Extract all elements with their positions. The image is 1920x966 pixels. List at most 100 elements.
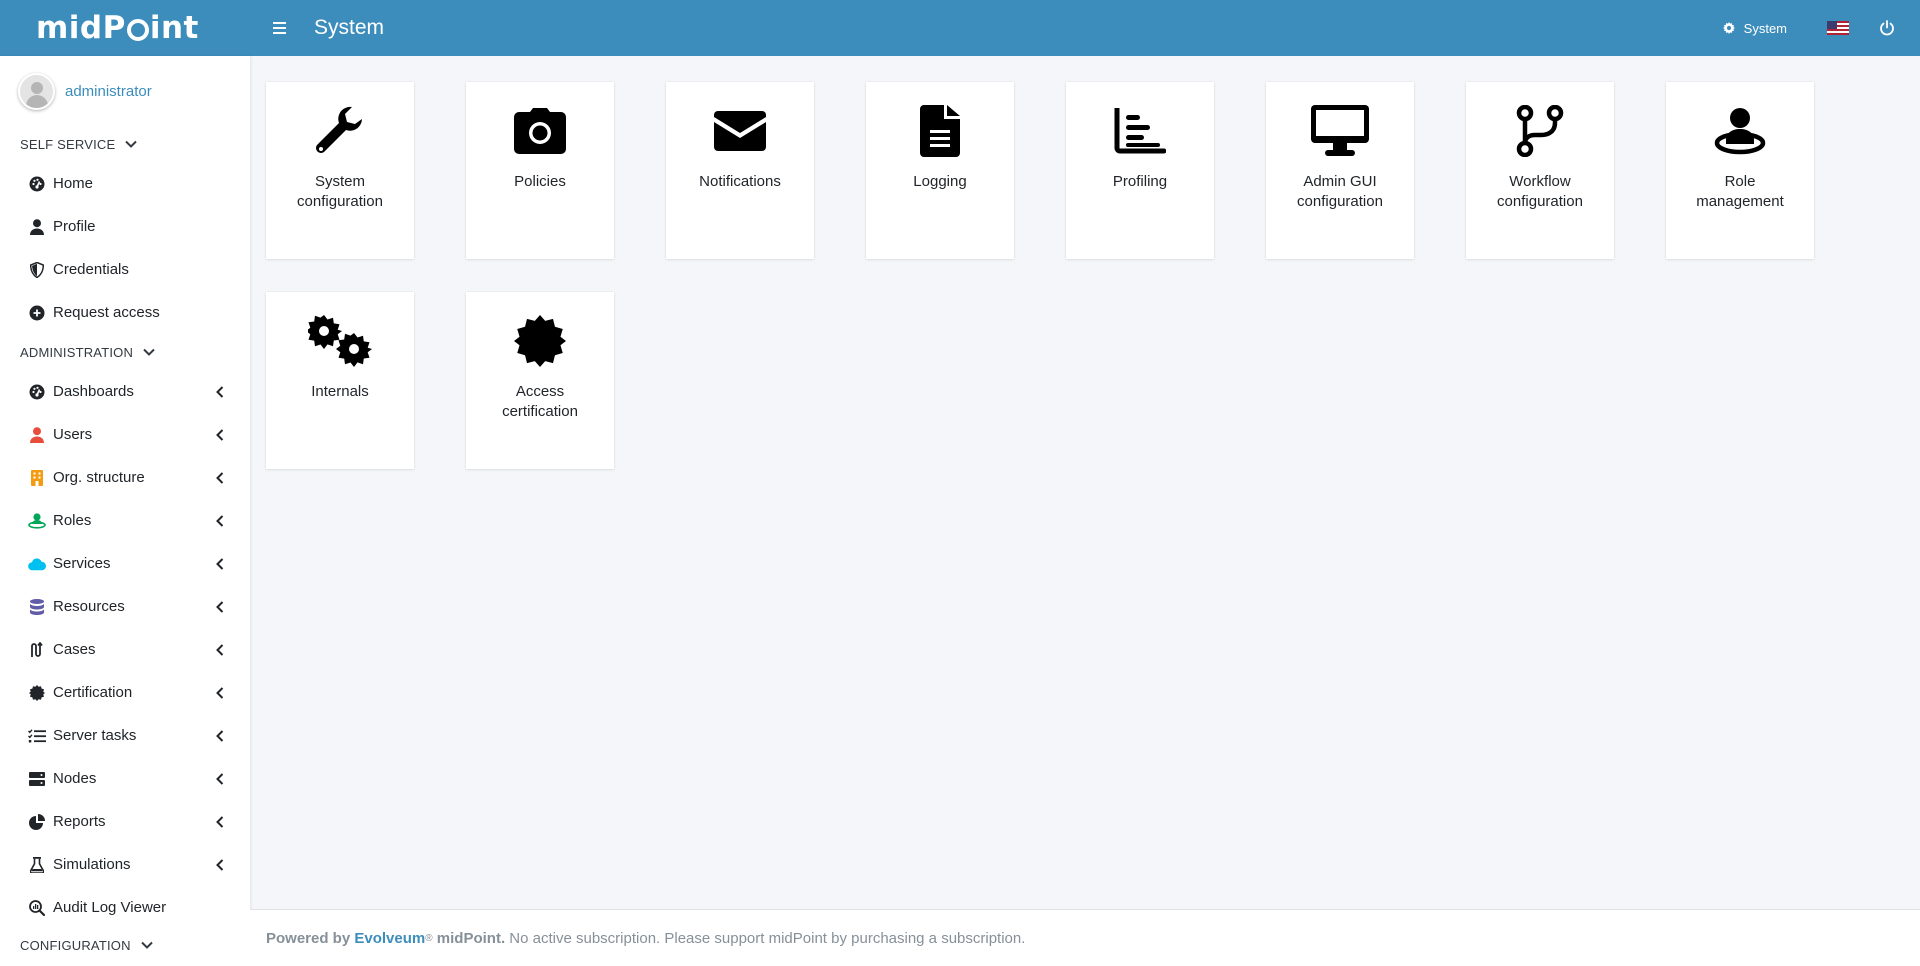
- chevron-down-icon: [140, 941, 153, 949]
- wrench-icon: [314, 100, 366, 162]
- sidebar-item-profile[interactable]: Profile: [0, 205, 250, 248]
- user-panel: administrator: [0, 56, 250, 126]
- sidebar-item-nodes[interactable]: Nodes: [0, 757, 250, 800]
- footer-subscription-message: No active subscription. Please support m…: [509, 929, 1026, 947]
- sidebar-item-org-structure[interactable]: Org. structure: [0, 456, 250, 499]
- sidebar-item-label: Nodes: [53, 770, 97, 787]
- section-configuration[interactable]: CONFIGURATION: [0, 929, 250, 961]
- evolveum-link[interactable]: Evolveum: [354, 930, 425, 947]
- chevron-left-icon: [216, 557, 224, 570]
- sidebar-item-label: Services: [53, 555, 111, 572]
- server-icon: [28, 770, 46, 788]
- avatar[interactable]: [18, 72, 55, 110]
- certificate-icon: [514, 310, 566, 372]
- sidebar-item-label: Simulations: [53, 856, 131, 873]
- sidebar-item-services[interactable]: Services: [0, 542, 250, 585]
- user-name-link[interactable]: administrator: [65, 83, 152, 100]
- section-title: CONFIGURATION: [20, 937, 131, 953]
- sidebar-item-reports[interactable]: Reports: [0, 800, 250, 843]
- chevron-left-icon: [216, 600, 224, 613]
- sidebar-item-resources[interactable]: Resources: [0, 585, 250, 628]
- tile-profiling[interactable]: Profiling: [1066, 82, 1214, 259]
- tile-logging[interactable]: Logging: [866, 82, 1014, 259]
- tile-system-configuration[interactable]: System configuration: [266, 82, 414, 259]
- sidebar-item-dashboards[interactable]: Dashboards: [0, 370, 250, 413]
- shield-icon: [28, 261, 46, 279]
- sidebar-item-label: Roles: [53, 512, 92, 529]
- tile-workflow-configuration[interactable]: Workflow configuration: [1466, 82, 1614, 259]
- tile-label: Workflow configuration: [1497, 173, 1583, 210]
- sidebar-item-cases[interactable]: Cases: [0, 628, 250, 671]
- gear-logo-icon: [126, 19, 149, 41]
- sidebar: administrator SELF SERVICE Home Profile …: [0, 56, 250, 966]
- sidebar-item-roles[interactable]: Roles: [0, 499, 250, 542]
- user-icon: [28, 426, 46, 444]
- sidebar-item-certification[interactable]: Certification: [0, 671, 250, 714]
- user-icon: [28, 218, 46, 236]
- dashboard-icon: [28, 175, 46, 193]
- camera-icon: [514, 100, 566, 162]
- menu-toggle-icon[interactable]: [266, 14, 294, 42]
- cloud-icon: [28, 555, 46, 573]
- envelope-icon: [714, 100, 766, 162]
- tile-role-management[interactable]: Role management: [1666, 82, 1814, 259]
- registered-mark: ®: [425, 932, 433, 944]
- tile-notifications[interactable]: Notifications: [666, 82, 814, 259]
- sidebar-item-label: Cases: [53, 641, 96, 658]
- chevron-left-icon: [216, 643, 224, 656]
- sidebar-item-label: Users: [53, 426, 93, 443]
- sidebar-item-label: Org. structure: [53, 469, 145, 486]
- role-icon: [28, 512, 46, 530]
- tile-label: Admin GUI configuration: [1297, 173, 1383, 210]
- section-title: SELF SERVICE: [20, 136, 116, 152]
- chevron-left-icon: [216, 428, 224, 441]
- tile-admin-gui-configuration[interactable]: Admin GUI configuration: [1266, 82, 1414, 259]
- sidebar-item-simulations[interactable]: Simulations: [0, 843, 250, 886]
- sidebar-item-home[interactable]: Home: [0, 162, 250, 205]
- system-label: System: [1743, 20, 1787, 36]
- chevron-left-icon: [216, 729, 224, 742]
- building-icon: [28, 469, 46, 487]
- chevron-left-icon: [216, 471, 224, 484]
- tile-access-certification[interactable]: Access certification: [466, 292, 614, 469]
- sidebar-item-request-access[interactable]: Request access: [0, 291, 250, 334]
- cogs-icon: [308, 310, 372, 372]
- sidebar-item-label: Resources: [53, 598, 125, 615]
- section-administration[interactable]: ADMINISTRATION: [0, 334, 250, 370]
- sidebar-item-label: Reports: [53, 813, 106, 830]
- tile-label: Profiling: [1112, 173, 1168, 190]
- tile-label: Notifications: [699, 173, 781, 190]
- footer-powered-by: Powered by: [266, 929, 351, 947]
- tile-internals[interactable]: Internals: [266, 292, 414, 469]
- certificate-icon: [28, 684, 46, 702]
- file-text-icon: [920, 100, 960, 162]
- top-navbar: mid Pint System System: [0, 0, 1920, 56]
- brand-logo[interactable]: mid Pint: [0, 0, 250, 56]
- chevron-left-icon: [216, 858, 224, 871]
- tile-label: System configuration: [297, 173, 383, 210]
- tile-policies[interactable]: Policies: [466, 82, 614, 259]
- sidebar-item-users[interactable]: Users: [0, 413, 250, 456]
- chevron-left-icon: [216, 385, 224, 398]
- section-self-service[interactable]: SELF SERVICE: [0, 126, 250, 162]
- language-flag-icon[interactable]: [1827, 21, 1849, 35]
- sidebar-item-label: Home: [53, 175, 94, 192]
- code-branch-icon: [1516, 100, 1564, 162]
- system-menu-button[interactable]: System: [1722, 20, 1787, 36]
- sidebar-item-audit-log-viewer[interactable]: Audit Log Viewer: [0, 886, 250, 929]
- chevron-down-icon: [143, 348, 155, 356]
- tile-label: Internals: [311, 383, 369, 400]
- plus-circle-icon: [28, 304, 46, 322]
- chevron-left-icon: [216, 815, 224, 828]
- sidebar-item-server-tasks[interactable]: Server tasks: [0, 714, 250, 757]
- sidebar-item-credentials[interactable]: Credentials: [0, 248, 250, 291]
- search-chart-icon: [28, 899, 46, 917]
- user-role-icon: [1714, 100, 1766, 162]
- logout-power-icon[interactable]: [1879, 20, 1895, 36]
- pie-chart-icon: [28, 813, 46, 831]
- desktop-icon: [1311, 100, 1369, 162]
- tile-label: Policies: [514, 173, 566, 190]
- tile-label: Role management: [1696, 173, 1784, 210]
- chevron-left-icon: [216, 514, 224, 527]
- footer: Powered by Evolveum ® midPoint. No active…: [250, 909, 1920, 966]
